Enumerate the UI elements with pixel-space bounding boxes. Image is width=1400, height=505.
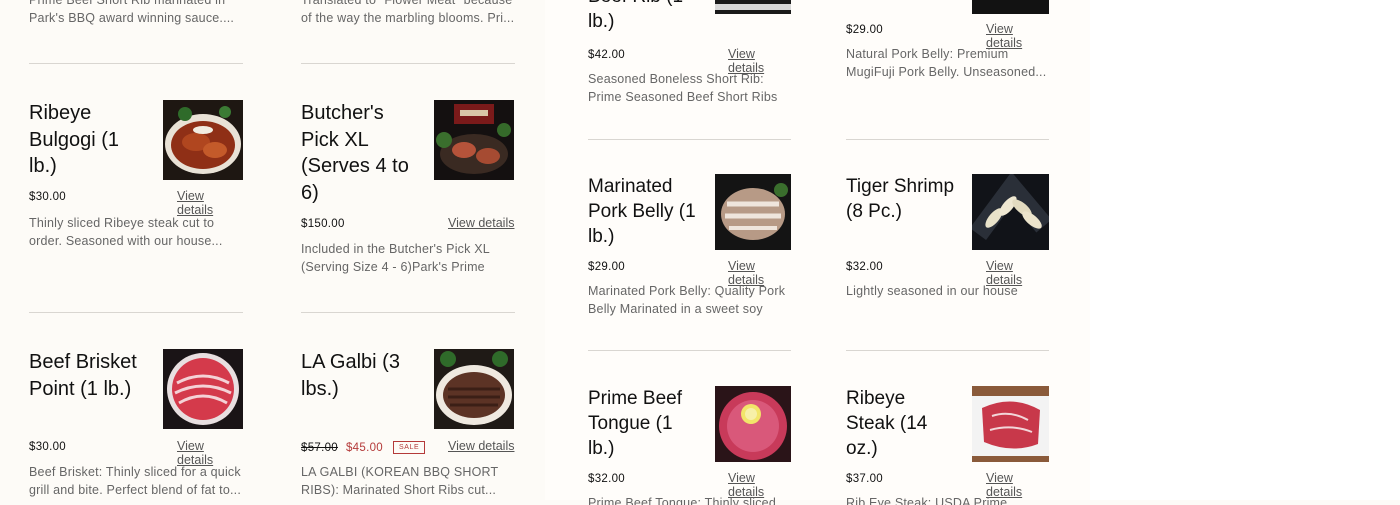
card-divider — [301, 63, 515, 64]
card-divider — [846, 139, 1049, 140]
product-card[interactable]: $29.00 View details Natural Pork Belly: … — [846, 0, 1049, 94]
product-image[interactable] — [715, 174, 791, 250]
product-title[interactable]: Beef Rib (1 lb.) — [588, 0, 708, 34]
product-card[interactable]: Ribeye Steak (14 oz.) $37.00 View detail… — [846, 386, 1049, 505]
product-card[interactable]: Prime Beef Tongue (1 lb.) $32.00 View de… — [588, 386, 791, 505]
product-image[interactable] — [972, 386, 1049, 462]
product-card[interactable]: LA Galbi (3 lbs.) $57.00 $45.00 SALE View … — [301, 349, 515, 500]
product-title[interactable]: Ribeye Bulgogi (1 lb.) — [29, 100, 149, 180]
product-card[interactable]: Marinated Pork Belly (1 lb.) $29.00 View… — [588, 174, 791, 319]
product-title[interactable]: Prime Beef Tongue (1 lb.) — [588, 386, 703, 461]
product-description: Natural Pork Belly: Premium MugiFuji Por… — [846, 47, 1047, 79]
view-details-link[interactable]: View details — [448, 216, 514, 230]
product-image[interactable] — [715, 386, 791, 462]
card-divider — [29, 63, 243, 64]
view-details-link[interactable]: View details — [177, 439, 243, 467]
product-price: $32.00 — [846, 261, 883, 273]
product-card[interactable]: Beef Brisket Point (1 lb.) $30.00 View d… — [29, 349, 243, 500]
sale-price: $45.00 — [345, 442, 383, 454]
product-price: $30.00 — [29, 191, 66, 203]
product-title[interactable]: Beef Brisket Point (1 lb.) — [29, 349, 154, 402]
product-price: $150.00 — [301, 218, 345, 230]
product-price: $29.00 — [846, 24, 883, 36]
product-description: Lightly seasoned in our house sauce — [846, 284, 1018, 303]
product-image[interactable] — [434, 100, 514, 180]
product-price: $29.00 — [588, 261, 625, 273]
product-image[interactable] — [972, 174, 1049, 250]
view-details-link[interactable]: View details — [177, 189, 243, 217]
product-title[interactable]: Ribeye Steak (14 oz.) — [846, 386, 946, 461]
product-price: $32.00 — [588, 473, 625, 485]
product-image[interactable] — [163, 349, 243, 429]
original-price: $57.00 — [301, 442, 338, 454]
product-description: Rib Eye Steak: USDA Prime Thick... — [846, 496, 1008, 505]
product-price: $30.00 — [29, 441, 66, 453]
product-price: $37.00 — [846, 473, 883, 485]
card-divider — [588, 139, 791, 140]
product-price: $57.00 $45.00 SALE — [301, 441, 426, 454]
sale-badge: SALE — [392, 441, 426, 454]
product-image[interactable] — [972, 0, 1049, 14]
product-title[interactable]: LA Galbi (3 lbs.) — [301, 349, 421, 402]
product-description: Thinly sliced Ribeye steak cut to order.… — [29, 216, 223, 248]
product-card[interactable]: Butcher's Pick XL (Serves 4 to 6) $150.0… — [301, 100, 515, 280]
product-description: Translated to "Flower Meat" because of t… — [301, 0, 515, 25]
product-card[interactable]: Tiger Shrimp (8 Pc.) $32.00 View details… — [846, 174, 1049, 304]
product-description: Prime Beef Tongue: Thinly sliced for... — [588, 496, 776, 505]
card-divider — [29, 312, 243, 313]
product-title[interactable]: Marinated Pork Belly (1 lb.) — [588, 174, 703, 249]
product-image[interactable] — [434, 349, 514, 429]
product-price: $42.00 — [588, 49, 625, 61]
product-description: Beef Brisket: Thinly sliced for a quick … — [29, 465, 241, 497]
view-details-link[interactable]: View details — [448, 439, 514, 453]
product-card[interactable]: Ribeye Bulgogi (1 lb.) $30.00 View detai… — [29, 100, 243, 250]
product-title[interactable]: Butcher's Pick XL (Serves 4 to 6) — [301, 100, 421, 206]
card-divider — [588, 350, 791, 351]
product-image[interactable] — [163, 100, 243, 180]
product-description: Marinated Pork Belly: Quality Pork Belly… — [588, 284, 786, 316]
product-description: LA GALBI (KOREAN BBQ SHORT RIBS): Marina… — [301, 465, 499, 497]
product-card[interactable]: Beef Rib (1 lb.) $42.00 View details Sea… — [588, 0, 791, 109]
product-description: Prime Beef Short Rib marinated in Park's… — [29, 0, 235, 25]
product-title[interactable]: Tiger Shrimp (8 Pc.) — [846, 174, 961, 224]
blank-area — [1090, 0, 1400, 500]
card-divider — [301, 312, 515, 313]
card-divider — [846, 350, 1049, 351]
product-description: Seasoned Boneless Short Rib: Prime Seaso… — [588, 72, 778, 104]
product-description: Included in the Butcher's Pick XL (Servi… — [301, 242, 490, 274]
product-image[interactable] — [715, 0, 791, 14]
